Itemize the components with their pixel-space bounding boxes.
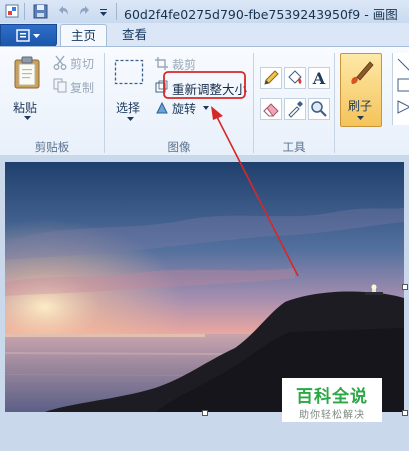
annotation-arrowhead <box>211 106 223 120</box>
annotation-overlay <box>163 71 299 277</box>
annotation-highlight-box <box>163 71 246 99</box>
annotation-arrow-line <box>215 114 299 277</box>
